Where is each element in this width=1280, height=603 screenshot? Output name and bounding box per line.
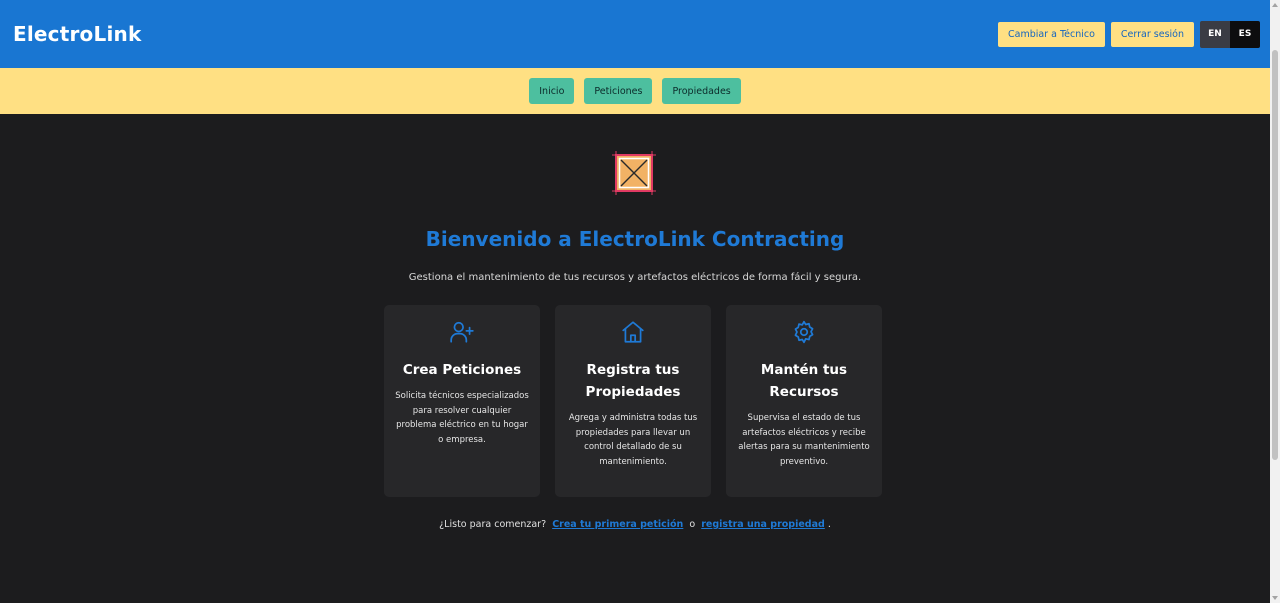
broken-image-icon <box>612 151 656 195</box>
scroll-up-arrow-icon[interactable] <box>1272 3 1278 7</box>
call-to-action: ¿Listo para comenzar? Crea tu primera pe… <box>0 519 1270 530</box>
scroll-down-arrow-icon[interactable] <box>1272 596 1278 600</box>
vertical-scrollbar[interactable] <box>1270 0 1280 603</box>
create-request-link[interactable]: Crea tu primera petición <box>552 519 683 530</box>
language-toggle: EN ES <box>1200 20 1260 48</box>
switch-role-button[interactable]: Cambiar a Técnico <box>997 21 1105 47</box>
scrollbar-thumb[interactable] <box>1272 50 1278 460</box>
feature-card-peticiones: Crea Peticiones Solicita técnicos especi… <box>384 305 540 497</box>
feature-card-recursos: Mantén tus Recursos Supervisa el estado … <box>726 305 882 497</box>
main-content: Bienvenido a ElectroLink Contracting Ges… <box>0 114 1270 603</box>
feature-card-propiedades: Registra tus Propiedades Agrega y admini… <box>555 305 711 497</box>
lang-es-button[interactable]: ES <box>1230 20 1260 48</box>
nav-peticiones[interactable]: Peticiones <box>584 78 653 104</box>
card-description: Supervisa el estado de tus artefactos el… <box>738 413 870 467</box>
home-icon <box>622 321 644 343</box>
gear-icon <box>794 320 814 344</box>
header-actions: Cambiar a Técnico Cerrar sesión EN ES <box>997 20 1260 48</box>
register-property-link[interactable]: registra una propiedad <box>701 519 825 530</box>
cta-joiner: o <box>689 519 696 530</box>
logout-button[interactable]: Cerrar sesión <box>1110 21 1194 47</box>
card-title: Crea Peticiones <box>402 362 522 378</box>
page-title: Bienvenido a ElectroLink Contracting <box>425 227 845 251</box>
nav-inicio[interactable]: Inicio <box>529 78 575 104</box>
page-subtitle: Gestiona el mantenimiento de tus recurso… <box>408 272 862 283</box>
lang-en-button[interactable]: EN <box>1200 20 1230 48</box>
card-description: Agrega y administra todas tus propiedade… <box>568 413 698 467</box>
card-description: Solicita técnicos especializados para re… <box>395 391 529 445</box>
nav-propiedades[interactable]: Propiedades <box>662 78 741 104</box>
cta-suffix: . <box>827 519 831 530</box>
main-nav: Inicio Peticiones Propiedades <box>0 68 1270 114</box>
user-plus-icon <box>450 321 474 343</box>
cta-prefix: ¿Listo para comenzar? <box>439 519 547 530</box>
brand-logo[interactable]: ElectroLink <box>13 22 141 46</box>
feature-cards: Crea Peticiones Solicita técnicos especi… <box>384 305 882 497</box>
card-title: Registra tus Propiedades <box>585 362 681 400</box>
card-title: Mantén tus Recursos <box>760 362 848 400</box>
top-header: ElectroLink Cambiar a Técnico Cerrar ses… <box>0 0 1270 68</box>
